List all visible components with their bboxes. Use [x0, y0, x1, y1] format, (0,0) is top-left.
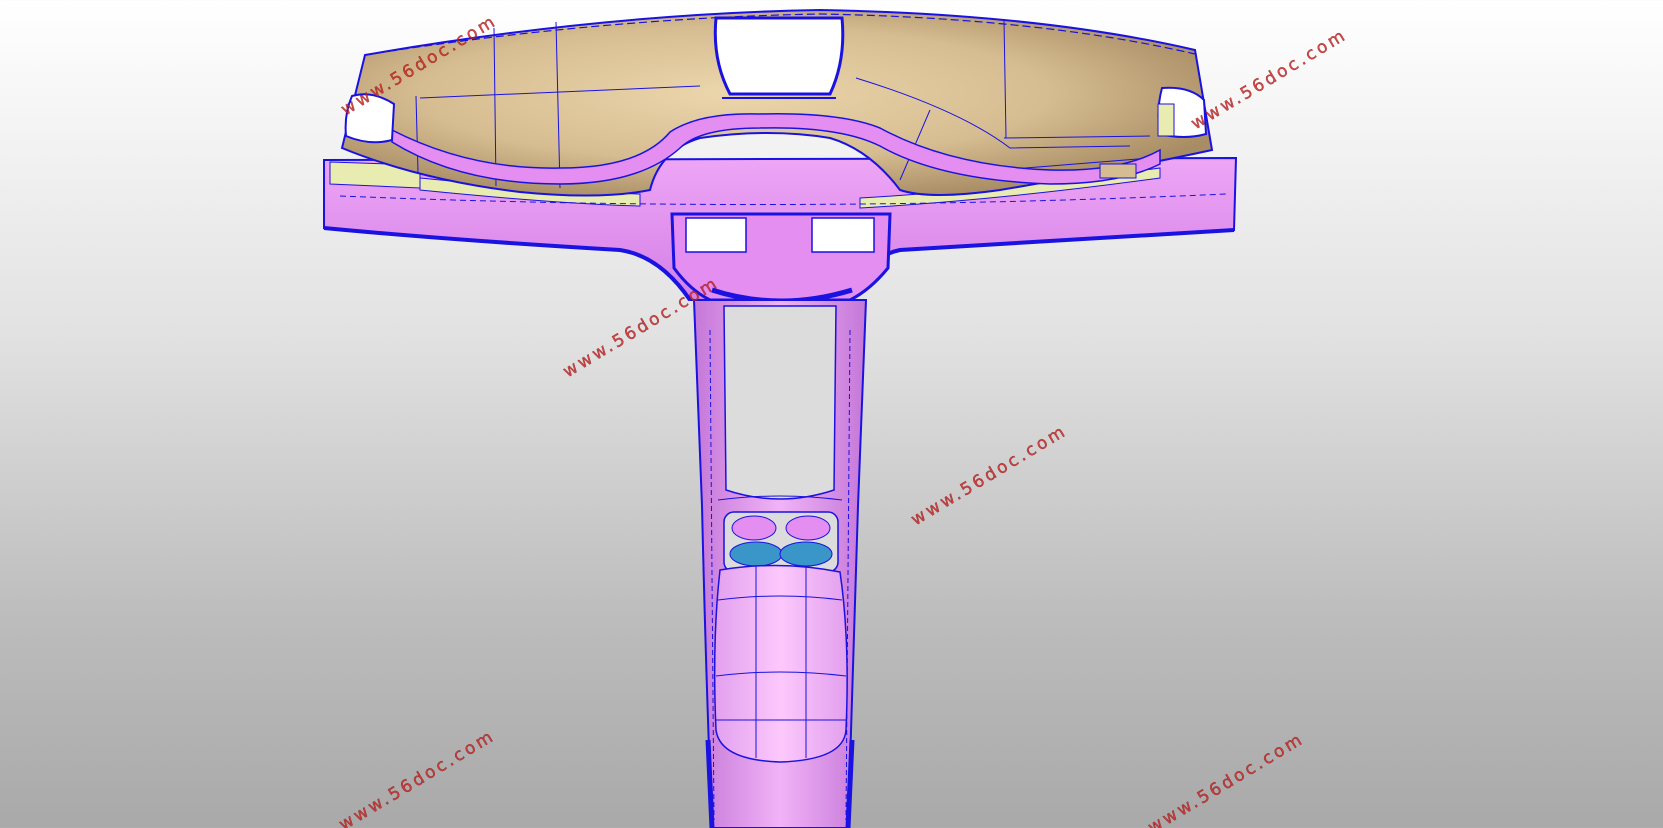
center-stack[interactable] — [670, 212, 892, 304]
car-interior-3d-model[interactable] — [0, 0, 1663, 828]
cad-viewport[interactable]: www.56doc.com www.56doc.com www.56doc.co… — [0, 0, 1663, 828]
cup-holder[interactable] — [723, 511, 839, 573]
armrest[interactable] — [713, 564, 848, 763]
